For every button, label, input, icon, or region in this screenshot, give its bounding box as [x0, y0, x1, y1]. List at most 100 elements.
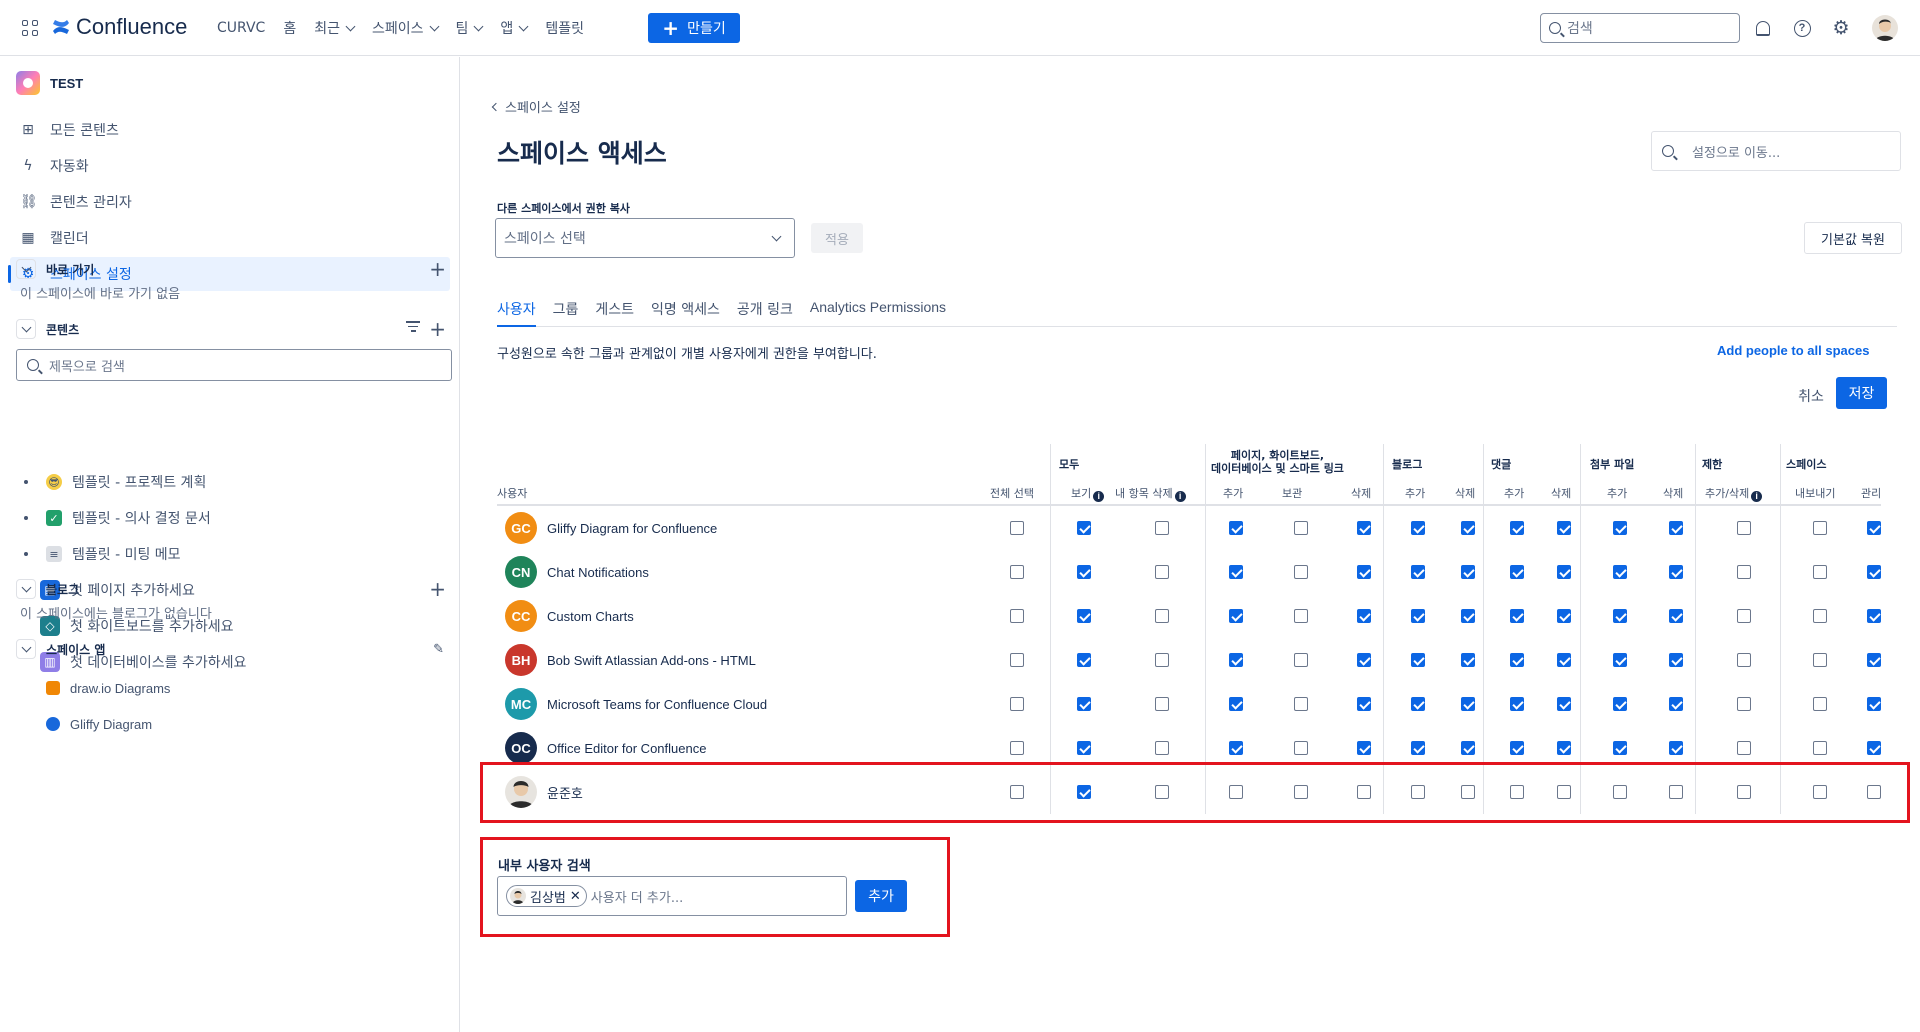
permission-checkbox[interactable] [1155, 653, 1169, 667]
nav-item[interactable]: 앱 [500, 16, 529, 40]
save-button[interactable]: 저장 [1836, 377, 1887, 409]
permission-checkbox[interactable] [1411, 741, 1425, 755]
permission-checkbox[interactable] [1557, 521, 1571, 535]
permission-checkbox[interactable] [1737, 609, 1751, 623]
space-app-item[interactable]: Gliffy Diagram [46, 709, 152, 739]
settings-search-input[interactable]: 설정으로 이동... [1651, 131, 1901, 171]
permission-checkbox[interactable] [1557, 697, 1571, 711]
permission-checkbox[interactable] [1813, 697, 1827, 711]
back-to-space-settings-link[interactable]: 스페이스 설정 [491, 97, 581, 116]
blog-section-header[interactable]: 블로그 + [16, 577, 446, 601]
sidebar-item[interactable]: ϟ 자동화 [10, 149, 450, 183]
permission-checkbox[interactable] [1357, 521, 1371, 535]
permission-checkbox[interactable] [1357, 653, 1371, 667]
nav-item[interactable]: 최근 [314, 16, 356, 40]
restore-defaults-button[interactable]: 기본값 복원 [1804, 222, 1902, 254]
select-all-checkbox[interactable] [1010, 741, 1024, 755]
permission-checkbox[interactable] [1669, 697, 1683, 711]
permission-checkbox[interactable] [1669, 609, 1683, 623]
chevron-down-icon[interactable] [16, 639, 36, 659]
content-tree-item[interactable]: ✓ 템플릿 - 의사 결정 문서 [24, 503, 211, 533]
permission-checkbox[interactable] [1155, 741, 1169, 755]
profile-avatar[interactable] [1872, 15, 1898, 41]
help-icon[interactable]: ? [1792, 18, 1812, 38]
permission-checkbox[interactable] [1357, 565, 1371, 579]
table-row-user[interactable]: MC Microsoft Teams for Confluence Cloud [505, 688, 767, 720]
permission-checkbox[interactable] [1510, 697, 1524, 711]
permission-checkbox[interactable] [1294, 697, 1308, 711]
permission-checkbox[interactable] [1411, 565, 1425, 579]
permission-checkbox[interactable] [1867, 521, 1881, 535]
permission-checkbox[interactable] [1613, 609, 1627, 623]
permission-checkbox[interactable] [1294, 609, 1308, 623]
permission-checkbox[interactable] [1867, 609, 1881, 623]
tab-4[interactable]: 공개 링크 [737, 299, 793, 327]
permission-checkbox[interactable] [1155, 697, 1169, 711]
add-content-icon[interactable]: + [429, 317, 446, 341]
permission-checkbox[interactable] [1510, 653, 1524, 667]
permission-checkbox[interactable] [1461, 697, 1475, 711]
permission-checkbox[interactable] [1411, 697, 1425, 711]
permission-checkbox[interactable] [1737, 521, 1751, 535]
permission-checkbox[interactable] [1411, 653, 1425, 667]
permission-checkbox[interactable] [1155, 609, 1169, 623]
apply-button[interactable]: 적용 [811, 223, 863, 253]
permission-checkbox[interactable] [1155, 565, 1169, 579]
app-switcher-icon[interactable] [22, 20, 38, 36]
permission-checkbox[interactable] [1867, 565, 1881, 579]
content-tree-item[interactable]: 😎 템플릿 - 프로젝트 계획 [24, 467, 206, 497]
permission-checkbox[interactable] [1411, 521, 1425, 535]
permission-checkbox[interactable] [1229, 741, 1243, 755]
settings-gear-icon[interactable]: ⚙ [1831, 17, 1851, 39]
nav-item[interactable]: 스페이스 [372, 16, 439, 40]
tab-0[interactable]: 사용자 [497, 299, 536, 327]
permission-checkbox[interactable] [1461, 741, 1475, 755]
permission-checkbox[interactable] [1813, 741, 1827, 755]
info-icon[interactable]: i [1174, 490, 1186, 502]
add-blog-icon[interactable]: + [429, 577, 446, 601]
chevron-down-icon[interactable] [16, 319, 36, 339]
permission-checkbox[interactable] [1357, 741, 1371, 755]
permission-checkbox[interactable] [1294, 565, 1308, 579]
confluence-logo[interactable]: Confluence [52, 14, 187, 40]
permission-checkbox[interactable] [1737, 741, 1751, 755]
permission-checkbox[interactable] [1669, 521, 1683, 535]
permission-checkbox[interactable] [1411, 609, 1425, 623]
tab-1[interactable]: 그룹 [553, 299, 579, 327]
nav-item[interactable]: 팀 [456, 16, 484, 40]
shortcuts-section-header[interactable]: 바로 가기 + [16, 257, 446, 281]
permission-checkbox[interactable] [1461, 565, 1475, 579]
tab-3[interactable]: 익명 액세스 [651, 299, 720, 327]
permission-checkbox[interactable] [1229, 653, 1243, 667]
permission-checkbox[interactable] [1461, 609, 1475, 623]
permission-checkbox[interactable] [1077, 521, 1091, 535]
table-row-user[interactable]: BH Bob Swift Atlassian Add-ons - HTML [505, 644, 756, 676]
content-tree-item[interactable]: ≡ 템플릿 - 미팅 메모 [24, 539, 181, 569]
add-people-to-all-spaces-link[interactable]: Add people to all spaces [1717, 343, 1869, 358]
content-section-header[interactable]: 콘텐츠 + [16, 317, 446, 341]
permission-checkbox[interactable] [1813, 565, 1827, 579]
permission-checkbox[interactable] [1813, 521, 1827, 535]
permission-checkbox[interactable] [1613, 741, 1627, 755]
permission-checkbox[interactable] [1613, 653, 1627, 667]
content-title-search-input[interactable]: 제목으로 검색 [16, 349, 452, 381]
permission-checkbox[interactable] [1461, 521, 1475, 535]
permission-checkbox[interactable] [1737, 697, 1751, 711]
chevron-down-icon[interactable] [16, 259, 36, 279]
permission-checkbox[interactable] [1510, 565, 1524, 579]
notifications-bell-icon[interactable] [1753, 18, 1773, 38]
select-all-checkbox[interactable] [1010, 565, 1024, 579]
select-all-checkbox[interactable] [1010, 653, 1024, 667]
permission-checkbox[interactable] [1613, 565, 1627, 579]
space-header[interactable]: TEST [16, 71, 83, 95]
permission-checkbox[interactable] [1077, 653, 1091, 667]
sidebar-item[interactable]: ⛓ 콘텐츠 관리자 [10, 185, 450, 219]
sidebar-item[interactable]: ▦ 캘린더 [10, 221, 450, 255]
tab-5[interactable]: Analytics Permissions [810, 299, 946, 327]
permission-checkbox[interactable] [1867, 653, 1881, 667]
permission-checkbox[interactable] [1155, 521, 1169, 535]
table-row-user[interactable]: GC Gliffy Diagram for Confluence [505, 512, 717, 544]
permission-checkbox[interactable] [1294, 521, 1308, 535]
space-select-dropdown[interactable]: 스페이스 선택 [495, 218, 795, 258]
select-all-checkbox[interactable] [1010, 697, 1024, 711]
